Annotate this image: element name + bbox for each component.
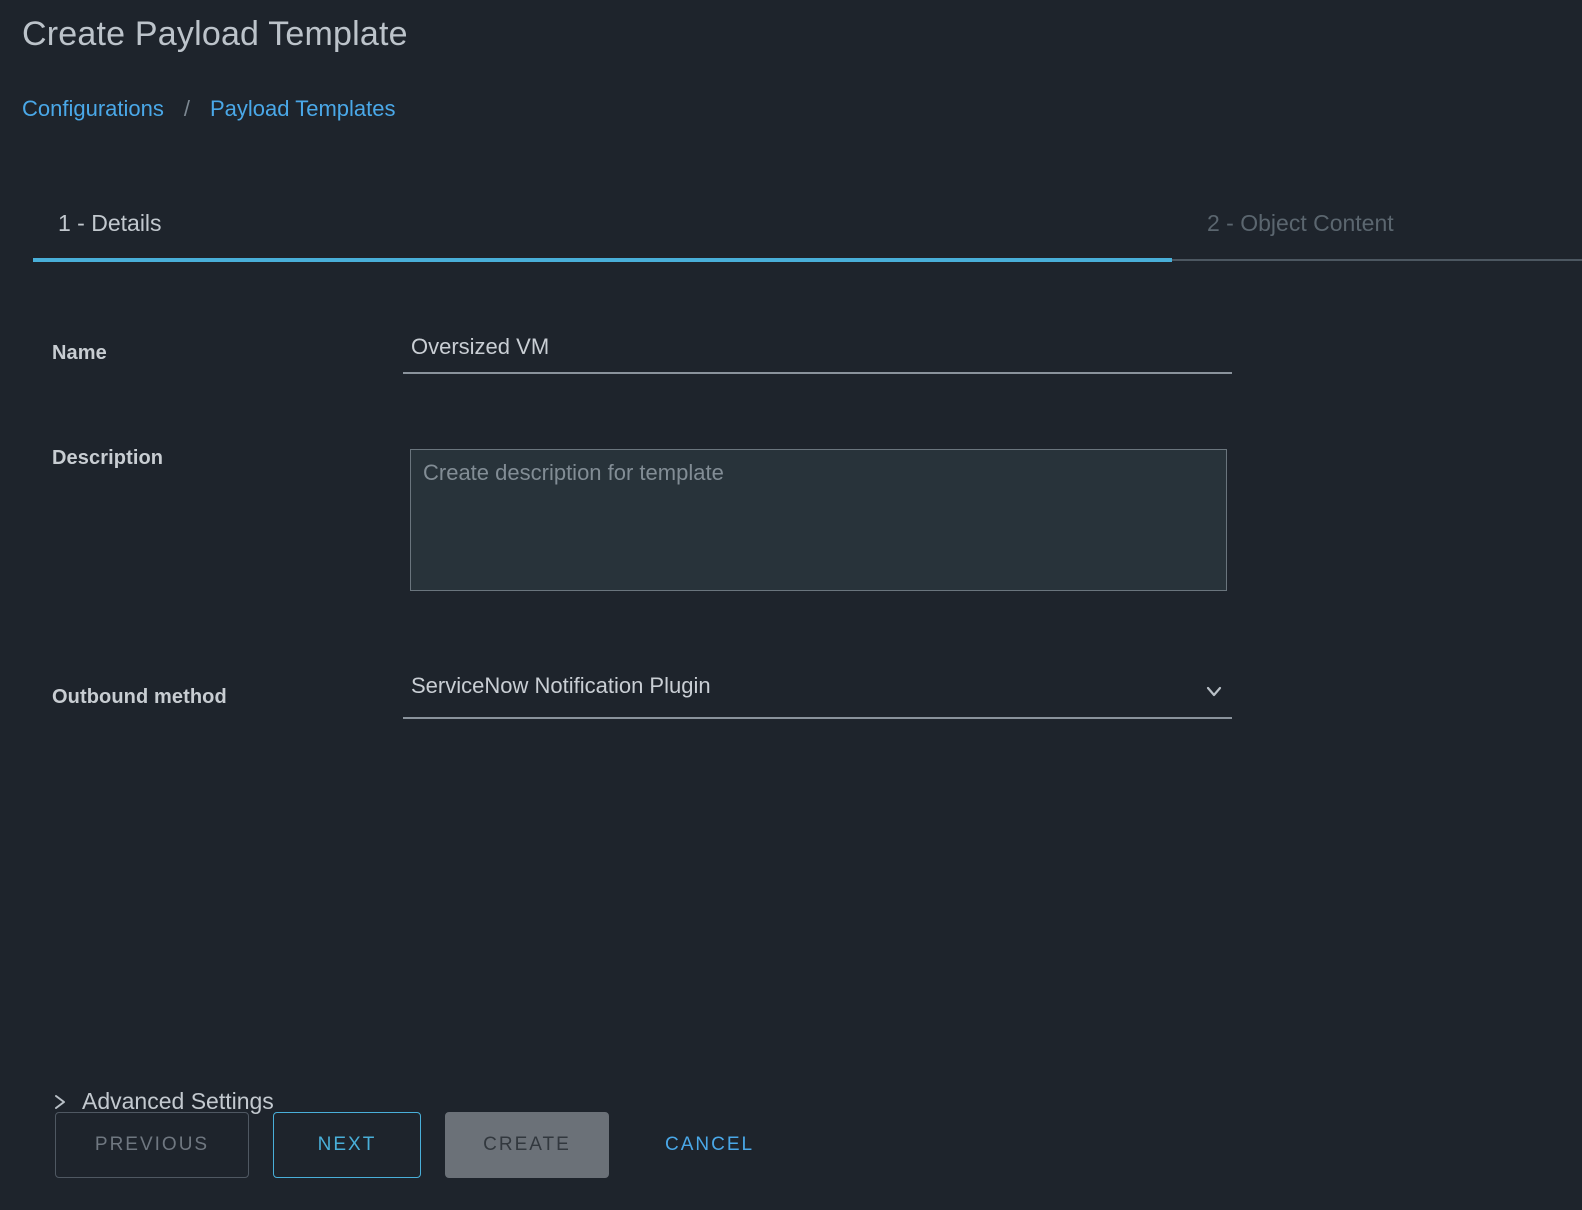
outbound-method-label: Outbound method: [52, 686, 227, 708]
tab-active-indicator: [33, 258, 1172, 262]
breadcrumb-item-configurations[interactable]: Configurations: [22, 96, 164, 122]
chevron-down-icon: [1202, 679, 1226, 703]
breadcrumb: Configurations / Payload Templates: [22, 96, 396, 122]
tab-divider-line: [1172, 259, 1582, 261]
tab-object-content[interactable]: 2 - Object Content: [1207, 196, 1394, 266]
create-payload-template-page: Create Payload Template Configurations /…: [0, 0, 1582, 1210]
description-textarea[interactable]: [410, 449, 1227, 591]
outbound-method-select[interactable]: ServiceNow Notification Plugin: [403, 671, 1232, 719]
name-input[interactable]: [403, 326, 1232, 374]
breadcrumb-item-payload-templates[interactable]: Payload Templates: [210, 96, 396, 122]
name-label: Name: [52, 342, 107, 364]
page-title: Create Payload Template: [22, 15, 408, 53]
tab-details[interactable]: 1 - Details: [58, 196, 162, 266]
cancel-button[interactable]: CANCEL: [655, 1112, 764, 1178]
outbound-method-value: ServiceNow Notification Plugin: [411, 673, 711, 698]
breadcrumb-separator: /: [183, 96, 190, 121]
create-button[interactable]: CREATE: [445, 1112, 609, 1178]
wizard-button-bar: PREVIOUS NEXT CREATE CANCEL: [0, 1110, 1582, 1180]
previous-button[interactable]: PREVIOUS: [55, 1112, 249, 1178]
description-label: Description: [52, 447, 164, 469]
next-button[interactable]: NEXT: [273, 1112, 421, 1178]
wizard-tabs: 1 - Details 2 - Object Content: [0, 196, 1582, 266]
